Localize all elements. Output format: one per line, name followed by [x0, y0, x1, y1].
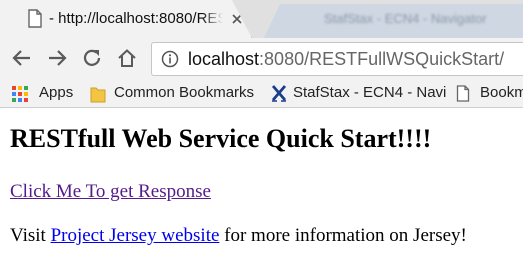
visit-prefix: Visit [10, 225, 51, 246]
home-icon[interactable] [116, 47, 138, 69]
bookmarks-bar: Apps Common Bookmarks StafStax - ECN4 - … [0, 80, 523, 108]
jersey-info-paragraph: Visit Project Jersey website for more in… [10, 225, 467, 247]
bookmark-bookmarks[interactable]: Bookmarks [456, 80, 523, 107]
browser-toolbar: localhost:8080/RESTFullWSQuickStart/ [0, 38, 523, 80]
page-title: RESTfull Web Service Quick Start!!!! [10, 124, 432, 153]
reload-icon[interactable] [81, 47, 103, 69]
active-tab[interactable]: - http://localhost:8080/RESTFullWSQuickS… [0, 0, 252, 38]
inactive-tab-title: StafStax - ECN4 - Navigator [324, 11, 487, 26]
inactive-tab[interactable]: StafStax - ECN4 - Navigator [264, 4, 523, 38]
bookmark-label: Common Bookmarks [114, 84, 255, 101]
jersey-link[interactable]: Project Jersey website [51, 225, 220, 246]
close-icon[interactable] [229, 11, 245, 27]
info-icon[interactable] [161, 50, 179, 68]
page-icon [28, 9, 42, 28]
bookmark-stafstax[interactable]: StafStax - ECN4 - Navigator [270, 80, 446, 107]
apps-grid-icon [12, 86, 28, 102]
bookmark-label: Bookmarks [480, 84, 523, 101]
bookmark-common-bookmarks[interactable]: Common Bookmarks [90, 80, 260, 107]
tab-strip: - http://localhost:8080/RESTFullWSQuickS… [0, 0, 523, 38]
url-path: :8080/RESTFullWSQuickStart/ [259, 49, 505, 69]
folder-icon [90, 87, 106, 103]
response-link[interactable]: Click Me To get Response [10, 181, 211, 203]
address-bar[interactable]: localhost:8080/RESTFullWSQuickStart/ [151, 42, 523, 76]
bookmark-label: StafStax - ECN4 - Navigator [293, 84, 446, 101]
back-arrow-icon[interactable] [11, 47, 33, 69]
url-host: localhost [188, 49, 260, 69]
url-text[interactable]: localhost:8080/RESTFullWSQuickStart/ [188, 49, 504, 70]
tab-title: - http://localhost:8080/RESTFullWSQuickS… [49, 10, 223, 27]
bookmark-label: Apps [39, 84, 74, 101]
page-icon [456, 85, 470, 102]
forward-arrow-icon[interactable] [46, 47, 68, 69]
page-content: RESTfull Web Service Quick Start!!!! Cli… [0, 108, 523, 266]
visit-suffix: for more information on Jersey! [219, 225, 467, 246]
stafstax-icon [271, 85, 287, 102]
bookmark-apps[interactable]: Apps [12, 80, 76, 107]
